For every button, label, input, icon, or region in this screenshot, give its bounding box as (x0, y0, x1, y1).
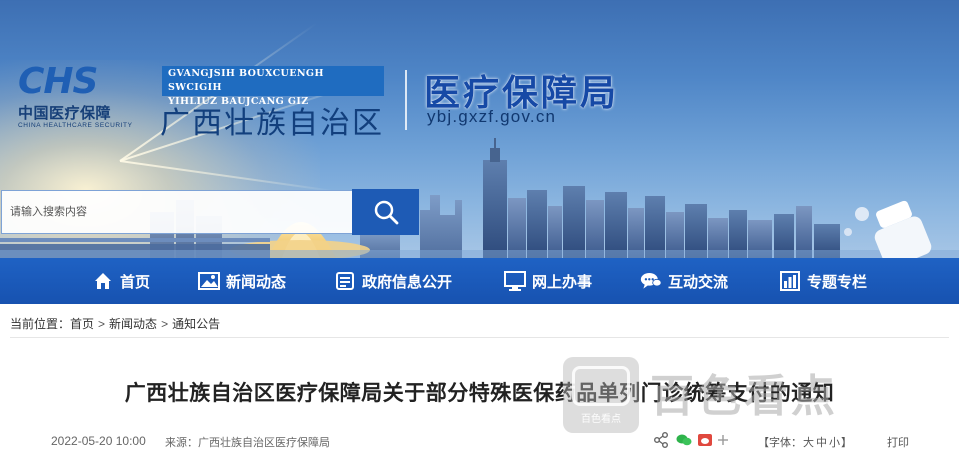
weibo-icon[interactable] (698, 434, 712, 446)
nav-label: 首页 (120, 273, 151, 291)
nav-item-special-topics[interactable]: 专题专栏 (779, 258, 867, 304)
article-source: 来源：广西壮族自治区医疗保障局 (165, 437, 330, 449)
breadcrumb-prefix: 当前位置： (10, 317, 71, 331)
image-icon (198, 270, 220, 292)
nav-item-online-service[interactable]: 网上办事 (504, 258, 592, 304)
font-size-medium[interactable]: 中 (816, 437, 827, 449)
wechat-icon[interactable] (676, 433, 692, 447)
breadcrumb: 当前位置：首页 > 新闻动态 > 通知公告 (10, 315, 220, 332)
region-name: 广西壮族自治区 (160, 106, 384, 141)
search-input[interactable] (2, 191, 352, 233)
document-icon (334, 270, 356, 292)
watermark-logo: 百色看点 (563, 357, 639, 433)
nav-label: 网上办事 (532, 273, 593, 291)
nav-item-interaction[interactable]: 互动交流 (640, 258, 728, 304)
font-size-suffix: 】 (841, 437, 852, 449)
main-nav: 首页 新闻动态 政府信息公开 网上办事 互动交流 专题专栏 (0, 258, 959, 304)
watermark-small-label: 百色看点 (581, 413, 621, 425)
font-size-large[interactable]: 大 (803, 437, 814, 449)
bar-chart-icon (779, 270, 801, 292)
chat-icon (640, 270, 662, 292)
watermark-text: 百色看点 (650, 372, 838, 421)
breadcrumb-notices[interactable]: 通知公告 (172, 315, 220, 332)
zhuang-language-name: GVANGJSIH BOUXCUENGH SWCIGIH YIHLIUZ BAU… (162, 66, 384, 107)
font-size-small[interactable]: 小 (829, 437, 840, 449)
nav-label: 新闻动态 (226, 273, 287, 291)
monitor-icon (504, 270, 526, 292)
breadcrumb-separator: > (98, 317, 106, 331)
nav-item-gov-info[interactable]: 政府信息公开 (334, 258, 452, 304)
print-button[interactable]: 打印 (887, 434, 909, 450)
search-box (1, 190, 353, 234)
home-icon (92, 270, 114, 292)
site-domain: ybj.gxzf.gov.cn (427, 107, 557, 126)
chs-logo-mark: CHS (18, 61, 98, 102)
breadcrumb-news[interactable]: 新闻动态 (109, 315, 157, 332)
nav-label: 互动交流 (668, 273, 729, 291)
share-bar (654, 430, 728, 450)
search-button[interactable] (352, 189, 419, 235)
font-size-prefix: 【字体： (758, 437, 802, 449)
nav-item-home[interactable]: 首页 (92, 258, 150, 304)
share-icon[interactable] (654, 432, 668, 448)
header-divider (405, 70, 407, 130)
breadcrumb-separator: > (161, 317, 169, 331)
chs-logo-chinese: 中国医疗保障 (18, 105, 112, 122)
chs-logo: CHS 中国医疗保障 CHINA HEALTHCARE SECURITY (18, 64, 138, 136)
zhuang-line-1: GVANGJSIH BOUXCUENGH SWCIGIH (168, 68, 324, 93)
nav-label: 专题专栏 (807, 273, 868, 291)
nav-label: 政府信息公开 (362, 273, 453, 291)
font-size-switcher: 【字体：大中小】 (758, 434, 852, 450)
chs-logo-english: CHINA HEALTHCARE SECURITY (18, 122, 133, 129)
watermark-logo-frame (572, 365, 630, 406)
nav-item-news[interactable]: 新闻动态 (198, 258, 286, 304)
publish-date: 2022-05-20 10:00 (51, 434, 146, 448)
more-share-icon[interactable] (718, 435, 728, 445)
breadcrumb-home[interactable]: 首页 (70, 315, 94, 332)
search-icon (374, 200, 398, 225)
